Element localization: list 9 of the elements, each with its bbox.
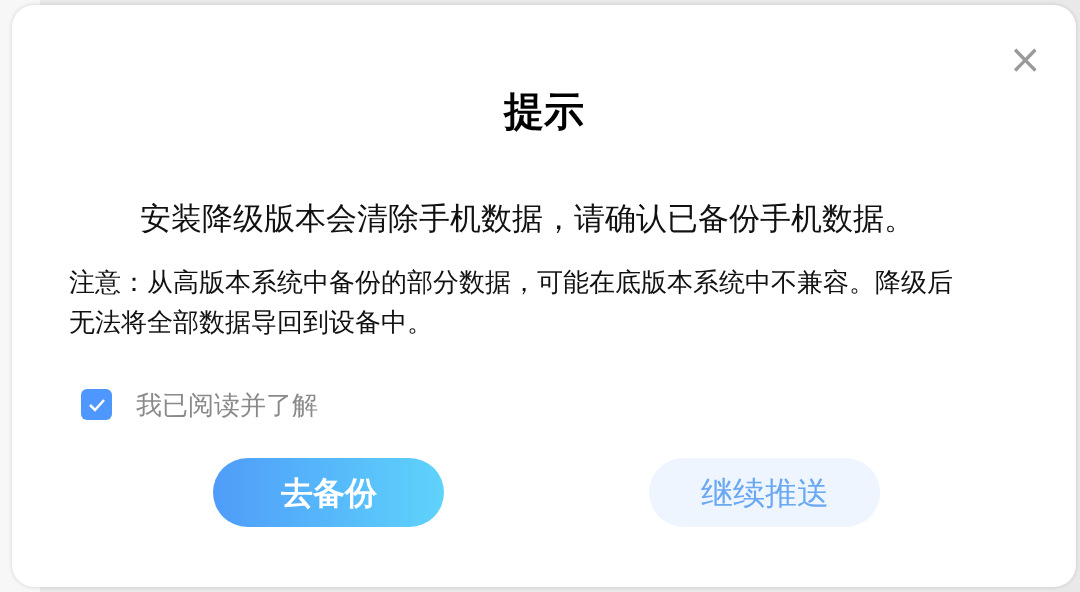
continue-button[interactable]: 继续推送: [649, 458, 880, 527]
checkbox-label: 我已阅读并了解: [136, 391, 318, 418]
dialog-title: 提示: [504, 91, 584, 131]
note-text: 注意：从高版本系统中备份的部分数据，可能在底版本系统中不兼容。降级后无法将全部数据导回到设备中。: [69, 266, 954, 339]
message-text: 安装降级版本会清除手机数据，请确认已备份手机数据。: [140, 203, 916, 234]
backup-button[interactable]: 去备份: [213, 458, 444, 527]
close-button[interactable]: ×: [1008, 39, 1042, 79]
checkbox[interactable]: [81, 389, 112, 420]
check-icon: [87, 397, 106, 412]
